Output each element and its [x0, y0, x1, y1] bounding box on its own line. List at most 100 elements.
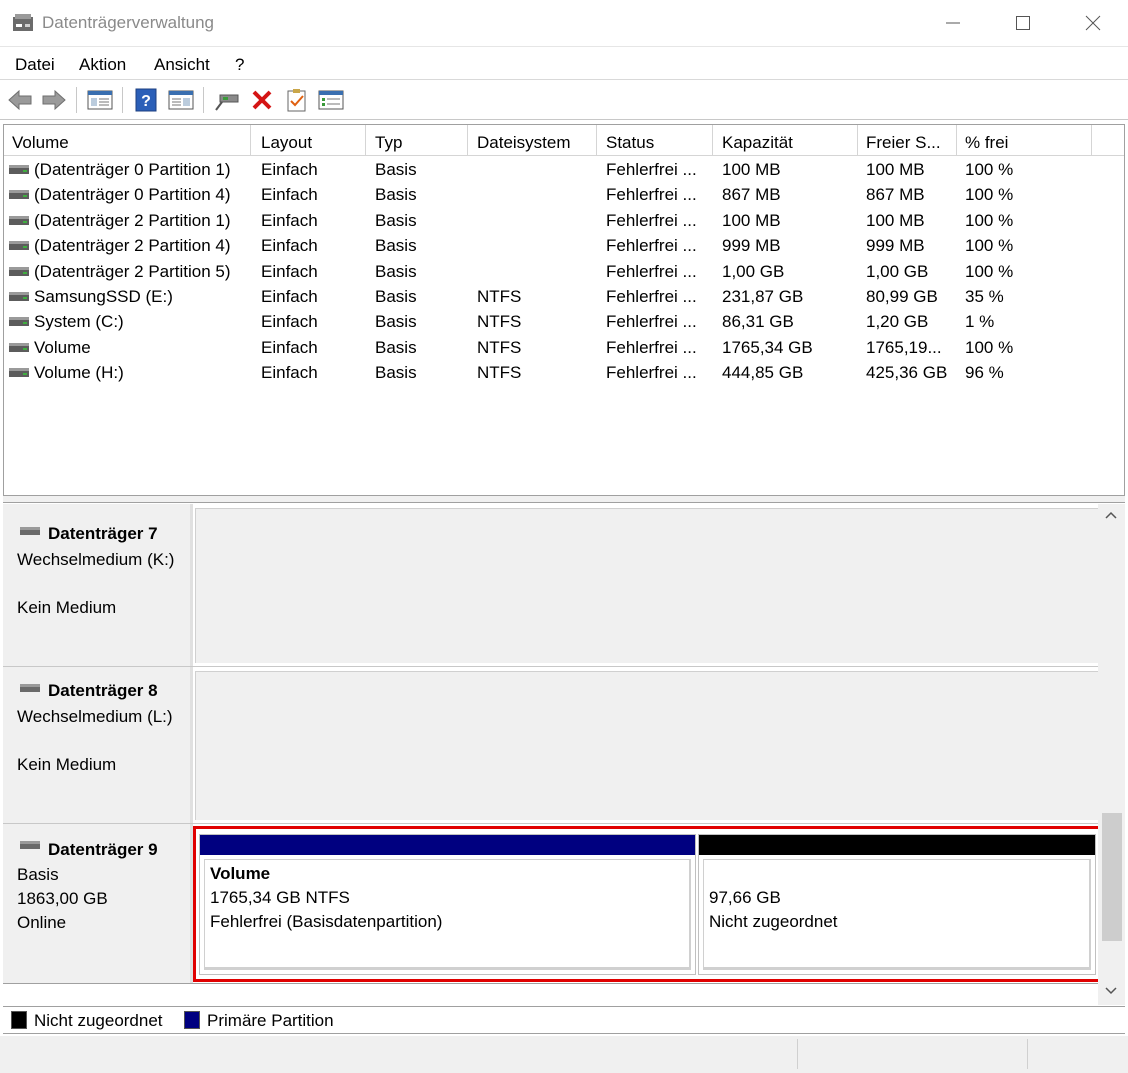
- minimize-button[interactable]: [918, 0, 988, 46]
- column-header-prozent-frei[interactable]: % frei: [957, 125, 1092, 156]
- maximize-button[interactable]: [988, 0, 1058, 46]
- scroll-up-icon[interactable]: [1105, 511, 1117, 519]
- vertical-scrollbar[interactable]: [1098, 504, 1125, 1005]
- details-pane-button[interactable]: [167, 86, 195, 114]
- cell-typ: Basis: [375, 287, 417, 306]
- disk-media-status: Kein Medium: [17, 755, 117, 774]
- table-row[interactable]: (Datenträger 2 Partition 5) Einfach Basis F…: [4, 259, 1124, 284]
- cell-kapazitaet: 1,00 GB: [722, 261, 785, 281]
- column-header-kapazitaet[interactable]: Kapazität: [714, 125, 858, 156]
- disk-info-datentraeger-8[interactable]: Datenträger 8 Wechselmedium (L:) Kein Me…: [3, 667, 193, 823]
- menu-aktion[interactable]: Aktion: [79, 55, 126, 75]
- legend: Nicht zugeordnet Primäre Partition: [3, 1006, 1125, 1034]
- cell-layout: Einfach: [261, 160, 318, 179]
- cell-prozent-frei: 100 %: [965, 337, 1014, 357]
- partition-unallocated[interactable]: 97,66 GB Nicht zugeordnet: [698, 834, 1096, 975]
- cell-typ: Basis: [375, 261, 417, 281]
- cell-status: Fehlerfrei ...: [606, 236, 697, 256]
- legend-label-unallocated: Nicht zugeordnet: [34, 1011, 163, 1030]
- column-header-freier-speicher[interactable]: Freier S...: [858, 125, 957, 156]
- menu-ansicht[interactable]: Ansicht: [154, 55, 210, 75]
- cell-dateisystem: NTFS: [477, 287, 522, 306]
- cell-typ: Basis: [375, 337, 417, 357]
- cell-freier-speicher: 867 MB: [866, 185, 925, 205]
- volume-list: Volume Layout Typ Dateisystem Status Kap…: [3, 124, 1125, 496]
- cell-dateisystem: NTFS: [477, 312, 522, 332]
- table-row[interactable]: SamsungSSD (E:) Einfach Basis NTFS Fehlerfre…: [4, 284, 1124, 309]
- disk-block-datentraeger-7: Datenträger 7 Wechselmedium (K:) Kein Me…: [3, 504, 1098, 667]
- table-row[interactable]: Volume (H:) Einfach Basis NTFS Fehlerfrei ..…: [4, 360, 1124, 385]
- disk-media-status: Kein Medium: [17, 598, 117, 617]
- scroll-down-icon[interactable]: [1105, 987, 1117, 995]
- cell-layout: Einfach: [261, 261, 318, 281]
- properties-button[interactable]: [317, 86, 345, 114]
- cell-volume-name: Volume (H:): [34, 363, 124, 383]
- disk-management-app-icon: [13, 14, 33, 31]
- cell-volume-name: (Datenträger 0 Partition 1): [34, 160, 231, 179]
- volume-icon: [9, 368, 29, 378]
- column-header-dateisystem[interactable]: Dateisystem: [469, 125, 597, 156]
- cell-volume-name: (Datenträger 0 Partition 4): [34, 185, 231, 205]
- disk-media-type: Wechselmedium (L:): [17, 707, 173, 726]
- help-button[interactable]: ?: [132, 86, 160, 114]
- cell-layout: Einfach: [261, 337, 318, 357]
- column-header-volume[interactable]: Volume: [4, 125, 251, 156]
- table-row[interactable]: Volume Einfach Basis NTFS Fehlerfrei ... 1765…: [4, 335, 1124, 360]
- cell-prozent-frei: 100 %: [965, 160, 1014, 179]
- help-icon: ?: [135, 88, 157, 112]
- cell-status: Fehlerfrei ...: [606, 312, 697, 332]
- disk-info-datentraeger-9[interactable]: Datenträger 9 Basis 1863,00 GB Online: [3, 824, 193, 983]
- cell-layout: Einfach: [261, 210, 318, 230]
- svg-text:?: ?: [141, 93, 151, 110]
- checklist-button[interactable]: [283, 86, 311, 114]
- table-row[interactable]: System (C:) Einfach Basis NTFS Fehlerfrei ..…: [4, 309, 1124, 334]
- cell-layout: Einfach: [261, 185, 318, 205]
- table-row[interactable]: (Datenträger 2 Partition 1) Einfach Basis F…: [4, 208, 1124, 233]
- maximize-icon: [1016, 16, 1030, 30]
- properties-icon: [318, 90, 344, 110]
- cell-status: Fehlerfrei ...: [606, 185, 697, 205]
- cell-status: Fehlerfrei ...: [606, 210, 697, 230]
- cell-kapazitaet: 1765,34 GB: [722, 337, 813, 357]
- column-headers: Volume Layout Typ Dateisystem Status Kap…: [4, 125, 1124, 156]
- back-button[interactable]: [6, 86, 34, 114]
- console-tree-button[interactable]: [86, 86, 114, 114]
- column-header-typ[interactable]: Typ: [367, 125, 468, 156]
- close-button[interactable]: [1058, 0, 1128, 46]
- window-title: Datenträgerverwaltung: [42, 13, 214, 32]
- delete-button[interactable]: [248, 86, 276, 114]
- table-row[interactable]: (Datenträger 2 Partition 4) Einfach Basis F…: [4, 233, 1124, 258]
- delete-icon: [252, 90, 272, 110]
- forward-button[interactable]: [40, 86, 68, 114]
- cell-kapazitaet: 100 MB: [722, 160, 781, 179]
- toolbar-separator: [203, 87, 204, 113]
- connect-icon: [215, 94, 239, 111]
- disk-name: Datenträger 9: [48, 840, 158, 859]
- volume-icon: [9, 190, 29, 200]
- menu-help[interactable]: ?: [235, 55, 244, 75]
- connect-button[interactable]: [213, 86, 241, 114]
- partition-primary-body: Volume 1765,34 GB NTFS Fehlerfrei (Basis…: [204, 859, 691, 970]
- partition-primary-volume[interactable]: Volume 1765,34 GB NTFS Fehlerfrei (Basis…: [199, 834, 696, 975]
- scrollbar-thumb[interactable]: [1102, 813, 1122, 941]
- cell-kapazitaet: 867 MB: [722, 185, 781, 205]
- cell-kapazitaet: 86,31 GB: [722, 312, 794, 332]
- legend-label-primary: Primäre Partition: [207, 1011, 334, 1030]
- pane-splitter[interactable]: [3, 496, 1125, 503]
- disk-area-empty: [195, 508, 1098, 663]
- cell-volume-name: (Datenträger 2 Partition 5): [34, 261, 231, 281]
- column-header-layout[interactable]: Layout: [253, 125, 366, 156]
- column-header-status[interactable]: Status: [598, 125, 713, 156]
- partition-status: Fehlerfrei (Basisdatenpartition): [210, 912, 443, 931]
- disk-drive-icon: [20, 527, 40, 535]
- title-bar: Datenträgerverwaltung: [0, 0, 1128, 46]
- table-row[interactable]: (Datenträger 0 Partition 1) Einfach Basis F…: [4, 157, 1124, 182]
- menu-datei[interactable]: Datei: [15, 55, 55, 75]
- checklist-icon: [287, 89, 306, 112]
- disk-type: Basis: [17, 865, 59, 884]
- table-row[interactable]: (Datenträger 0 Partition 4) Einfach Basis F…: [4, 182, 1124, 207]
- cell-status: Fehlerfrei ...: [606, 337, 697, 357]
- cell-freier-speicher: 100 MB: [866, 160, 925, 179]
- cell-typ: Basis: [375, 160, 417, 179]
- disk-info-datentraeger-7[interactable]: Datenträger 7 Wechselmedium (K:) Kein Me…: [3, 504, 193, 666]
